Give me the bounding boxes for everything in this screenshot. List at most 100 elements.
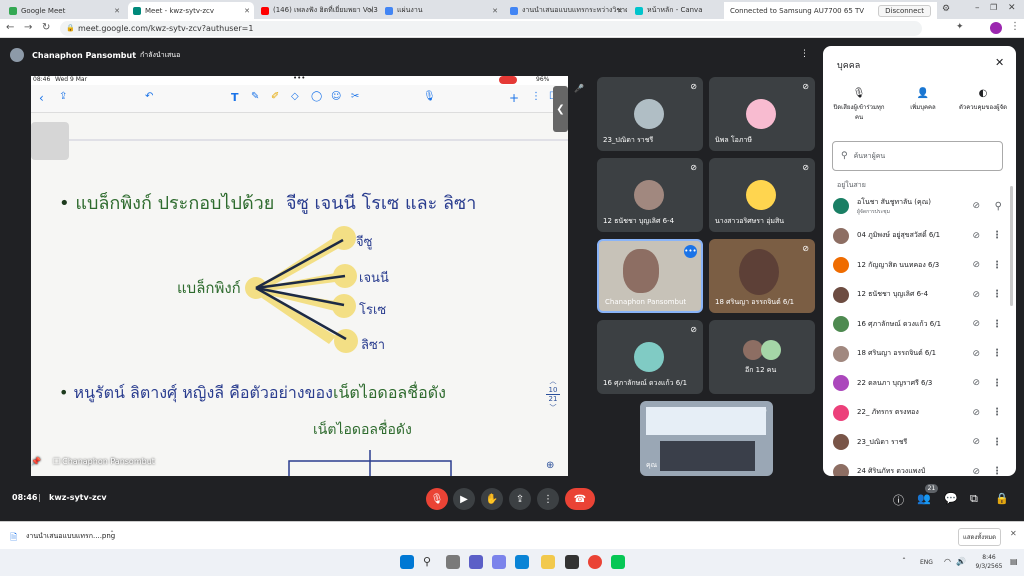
close-icon[interactable]: ✕ [617, 7, 623, 15]
raise-hand-button[interactable]: ✋ [481, 488, 503, 510]
participant-tile[interactable]: ⊘ 23_ปณิดา ราชรี [597, 77, 703, 151]
close-icon[interactable]: ✕ [995, 56, 1004, 69]
camera-button[interactable]: ▶ [453, 488, 475, 510]
close-icon[interactable]: ✕ [1010, 529, 1017, 538]
close-icon[interactable]: ✕ [244, 7, 250, 15]
extensions-icon[interactable]: ✦ [956, 22, 964, 32]
close-icon[interactable]: ✕ [114, 7, 120, 15]
more-icon[interactable]: ⋮ [992, 230, 1002, 241]
more-options-icon[interactable]: ⋮ [800, 49, 809, 59]
zoom-icon[interactable]: ⊕ [546, 460, 554, 471]
mic-off-icon[interactable]: ⊘ [972, 349, 980, 359]
close-icon[interactable]: ✕ [368, 7, 374, 15]
back-icon[interactable]: ← [6, 22, 14, 33]
participant-tile-presenter[interactable]: ••• Chanaphon Pansombut [597, 239, 703, 313]
chevron-up-icon[interactable]: ︿ [546, 376, 560, 386]
undo-icon[interactable]: ↶ [145, 91, 153, 102]
back-chevron-icon[interactable]: ‹ [39, 91, 44, 105]
chat-icon[interactable]: 💬 [944, 492, 958, 505]
more-icon[interactable]: ••• [684, 245, 697, 258]
forward-icon[interactable]: → [24, 22, 32, 33]
participant-tile[interactable]: ⊘ นิพล โอภาษี [709, 77, 815, 151]
tab-worksheet[interactable]: แผ่นงาน ✕ [380, 2, 502, 19]
participant-row[interactable]: 23_ปณิดา ราชรี ⊘ ⋮ [833, 428, 1008, 456]
tab-presentation[interactable]: งานนำเสนอแบบแทรกระหว่างวิชาดนตรี ภาษ...✕ [505, 2, 627, 19]
more-icon[interactable]: ⋮ [992, 260, 1002, 271]
mic-off-icon[interactable]: ⊘ [972, 378, 980, 388]
image-tool-icon[interactable]: ✂ [351, 91, 359, 102]
mic-off-icon[interactable]: ⊘ [972, 437, 980, 447]
search-icon[interactable]: ⚲ [423, 555, 437, 569]
chevron-down-icon[interactable]: ﹀ [546, 403, 560, 413]
highlighter-icon[interactable]: ✐ [271, 91, 279, 102]
eraser-icon[interactable]: ◇ [291, 91, 299, 102]
participant-row[interactable]: 18 ศรินญา อรรถจินต์ 6/1 ⊘ ⋮ [833, 340, 1008, 368]
pin-icon[interactable]: 📌 [31, 457, 41, 466]
teams-chat-icon[interactable] [492, 555, 506, 569]
activities-icon[interactable]: ⧉ [970, 492, 978, 506]
host-controls-button[interactable]: ◐ ตัวควบคุมของผู้จัด [955, 88, 1011, 112]
language-indicator[interactable]: ENG [920, 559, 933, 566]
more-icon[interactable]: ⋮ [992, 289, 1002, 300]
chevron-up-icon[interactable]: ˆ [110, 530, 114, 539]
floating-cursor-handle[interactable] [31, 122, 69, 160]
participant-row[interactable]: 22 ดลนภา บุญราศรี 6/3 ⊘ ⋮ [833, 369, 1008, 397]
leave-call-button[interactable]: ☎ [565, 488, 595, 510]
mic-off-icon[interactable]: ⊘ [972, 231, 980, 241]
lasso-icon[interactable]: ◯ [311, 91, 322, 102]
page-indicator[interactable]: ︿ 10 21 ﹀ [546, 376, 560, 413]
clock[interactable]: 8:46 9/3/2565 [972, 553, 1006, 571]
wifi-icon[interactable]: ◠ [944, 557, 951, 566]
tab-youtube[interactable]: (146) เพลงฟัง ฮิตที่เยี่ยมพยา Vol3 | ไ..… [256, 2, 378, 19]
line-icon[interactable] [611, 555, 625, 569]
participant-row[interactable]: 04 ภูมิพงษ์ อยู่สุขสวัสดิ์ 6/1 ⊘ ⋮ [833, 222, 1008, 250]
settings-icon[interactable]: ⚙ [942, 4, 950, 14]
edge-icon[interactable] [515, 555, 529, 569]
present-button[interactable]: ⇪ [509, 488, 531, 510]
text-tool-icon[interactable]: T [231, 91, 239, 104]
search-people-input[interactable]: ⚲ ค้นหาผู้คน [832, 141, 1003, 171]
reload-icon[interactable]: ↻ [42, 22, 50, 33]
start-icon[interactable] [400, 555, 414, 569]
widgets-icon[interactable] [469, 555, 483, 569]
more-icon[interactable]: ⋮ [992, 466, 1002, 476]
participant-row[interactable]: อโนชา สันชูทาลัน (คุณ) ผู้จัดการประชุม ⊘ ⚲ [833, 192, 1008, 220]
task-view-icon[interactable] [446, 555, 460, 569]
disconnect-button[interactable]: Disconnect [878, 5, 931, 17]
participant-row[interactable]: 22_ ภัทรกร ตรงทอง ⊘ ⋮ [833, 399, 1008, 427]
tray-chevron-icon[interactable]: ˆ [902, 557, 906, 566]
maximize-icon[interactable]: ❐ [990, 3, 997, 12]
more-icon[interactable]: ⋮ [992, 437, 1002, 448]
self-view-tile[interactable]: ⊘ คุณ [640, 401, 773, 476]
frame-icon[interactable]: ☐ [53, 457, 60, 466]
volume-icon[interactable]: 🔊 [956, 557, 966, 566]
add-people-button[interactable]: 👤 เพิ่มบุคคล [895, 88, 951, 112]
host-controls-icon[interactable]: 🔒 [995, 492, 1009, 505]
tab-google-meet[interactable]: Google Meet ✕ [4, 2, 124, 19]
url-field[interactable]: 🔒 meet.google.com/kwz-sytv-zcv?authuser=… [60, 21, 922, 36]
share-icon[interactable]: ⇪ [59, 91, 67, 102]
tab-meet-active[interactable]: Meet - kwz-sytv-zcv ✕ [128, 2, 254, 19]
mic-off-button[interactable]: 🎙 [426, 488, 448, 510]
participant-row[interactable]: 12 ธนัชชา บุญเลิศ 6-4 ⊘ ⋮ [833, 281, 1008, 309]
more-participants-tile[interactable]: อีก 12 คน [709, 320, 815, 394]
tab-canva[interactable]: หน้าหลัก - Canva [630, 2, 722, 19]
people-icon[interactable]: 👥 [917, 492, 931, 505]
more-icon[interactable]: ⋮ [992, 348, 1002, 359]
pin-icon[interactable]: ⚲ [995, 201, 1002, 212]
participant-tile[interactable]: ⊘ 12 ธนัชชา บุญเลิศ 6-4 [597, 158, 703, 232]
show-all-button[interactable]: แสดงทั้งหมด [958, 528, 1002, 546]
notification-icon[interactable]: ▤ [1010, 557, 1018, 566]
participant-row[interactable]: 16 ศุภาลักษณ์ ดวงแก้ว 6/1 ⊘ ⋮ [833, 310, 1008, 338]
chrome-icon[interactable] [588, 555, 602, 569]
info-icon[interactable]: ⓘ [893, 492, 904, 508]
mic-off-icon[interactable]: ⊘ [972, 260, 980, 270]
close-icon[interactable]: ✕ [492, 7, 498, 15]
add-icon[interactable]: + [509, 91, 519, 105]
download-filename[interactable]: งานนำเสนอแบบแทรก....png [26, 531, 115, 542]
more-icon[interactable]: ⋮ [992, 407, 1002, 418]
more-options-button[interactable]: ⋮ [537, 488, 559, 510]
participant-row[interactable]: 24 ศิรินภัทร ดวงแพงป์ ⊘ ⋮ [833, 458, 1008, 476]
profile-avatar[interactable] [990, 22, 1002, 34]
more-icon[interactable]: ⋮ [531, 91, 541, 102]
